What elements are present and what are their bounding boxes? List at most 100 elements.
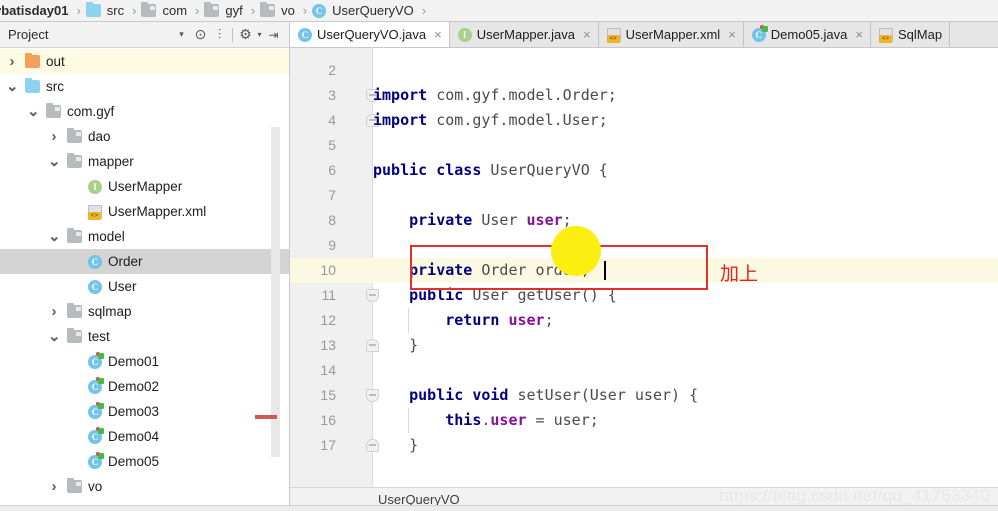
code-line[interactable]: }	[373, 433, 998, 458]
line-number: 14	[320, 362, 336, 378]
tree-item-out[interactable]: › out	[0, 49, 289, 74]
folder-gray-icon	[67, 153, 82, 168]
line-number: 3	[328, 87, 336, 103]
tree-item-sqlmap[interactable]: › sqlmap	[0, 299, 289, 324]
breadcrumb-item-src[interactable]: src	[85, 0, 126, 21]
java-runnable-icon: C	[88, 451, 104, 469]
code-line[interactable]: public void setUser(User user) {	[373, 383, 998, 408]
tab-sqlmap[interactable]: SqlMap	[871, 22, 951, 47]
tree-item-demo02[interactable]: C Demo02	[0, 374, 289, 399]
code-token: user	[526, 211, 563, 229]
code-editor[interactable]: 2 3 4 5 6 7 8 9 10 11 12 13 14 15 16 17 import com.gyf.…	[290, 48, 998, 511]
ide-window: ybatisday01 › src › com › gyf › vo › C UserQueryVO ›…	[0, 0, 998, 511]
code-line[interactable]	[373, 358, 998, 383]
tab-close-icon[interactable]: ×	[583, 28, 591, 41]
tab-label: UserQueryVO.java	[317, 27, 427, 42]
tree-item-label: com.gyf	[67, 104, 115, 119]
line-number: 15	[320, 387, 336, 403]
tab-close-icon[interactable]: ×	[855, 28, 863, 41]
line-number: 2	[328, 62, 336, 78]
code-line[interactable]: public class UserQueryVO {	[373, 158, 998, 183]
breadcrumb-item-label: ybatisday01	[0, 3, 69, 18]
code-line[interactable]: import com.gyf.model.Order;	[373, 83, 998, 108]
tree-item-order[interactable]: C Order	[0, 249, 289, 274]
breadcrumb-item-com[interactable]: com	[141, 0, 189, 21]
code-line[interactable]	[373, 133, 998, 158]
code-token: = user;	[526, 411, 599, 429]
tree-item-demo04[interactable]: C Demo04	[0, 424, 289, 449]
chevron-down-icon[interactable]: ⌄	[48, 229, 61, 244]
code-line[interactable]	[373, 183, 998, 208]
line-number: 10	[320, 262, 336, 278]
tree-item-label: User	[108, 279, 137, 294]
code-token: ;	[544, 311, 554, 329]
code-token: user	[490, 411, 527, 429]
tree-item-usermapper-xml[interactable]: UserMapper.xml	[0, 199, 289, 224]
project-panel-header: Project ▾ ⊙ ⫶ ⚙ ▾ ⇥	[0, 22, 289, 48]
tree-item-label: test	[88, 329, 110, 344]
code-line[interactable]: import com.gyf.model.User;	[373, 108, 998, 133]
breadcrumb-item-label: UserQueryVO	[332, 3, 414, 18]
code-line[interactable]	[373, 58, 998, 83]
tree-item-demo03[interactable]: C Demo03	[0, 399, 289, 424]
code-line[interactable]: private User user;	[373, 208, 998, 233]
line-number: 13	[320, 337, 336, 353]
code-line[interactable]: return user;	[373, 308, 998, 333]
code-token: import	[373, 111, 437, 129]
chevron-down-icon[interactable]: ⌄	[48, 329, 61, 344]
tab-label: UserMapper.java	[476, 27, 575, 42]
scrollbar-thumb[interactable]	[271, 127, 280, 457]
breadcrumb-item-gyf[interactable]: gyf	[204, 0, 244, 21]
code-line[interactable]: }	[373, 333, 998, 358]
code-line[interactable]: this.user = user;	[373, 408, 998, 433]
tab-usermapper-xml[interactable]: UserMapper.xml ×	[598, 22, 744, 47]
folder-orange-icon	[25, 53, 40, 68]
tree-item-usermapper[interactable]: I UserMapper	[0, 174, 289, 199]
hide-panel-icon[interactable]: ⇥	[264, 25, 283, 44]
line-number: 4	[328, 112, 336, 128]
tree-item-test[interactable]: ⌄ test	[0, 324, 289, 349]
folder-src-icon	[85, 2, 101, 17]
tab-close-icon[interactable]: ×	[728, 28, 736, 41]
chevron-right-icon[interactable]: ›	[48, 128, 60, 145]
chevron-down-icon[interactable]: ⌄	[48, 154, 61, 169]
breadcrumb-item-label: com	[162, 3, 188, 18]
code-token: import	[373, 86, 437, 104]
tree-item-label: sqlmap	[88, 304, 132, 319]
error-stripe-mark[interactable]	[255, 415, 277, 419]
tree-item-user[interactable]: C User	[0, 274, 289, 299]
project-tree-scrollbar[interactable]	[255, 127, 280, 457]
line-number: 12	[320, 312, 336, 328]
gear-dropdown-icon[interactable]: ▾	[255, 25, 264, 44]
tree-item-model[interactable]: ⌄ model	[0, 224, 289, 249]
tab-demo05-java[interactable]: C Demo05.java ×	[743, 22, 871, 47]
tree-item-mapper[interactable]: ⌄ mapper	[0, 149, 289, 174]
tab-close-icon[interactable]: ×	[434, 28, 442, 41]
tree-item-vo[interactable]: › vo	[0, 474, 289, 499]
tree-item-com-gyf[interactable]: ⌄ com.gyf	[0, 99, 289, 124]
tab-userqueryvo-java[interactable]: C UserQueryVO.java ×	[290, 22, 450, 47]
tree-item-src[interactable]: ⌄ src	[0, 74, 289, 99]
view-mode-dropdown-icon[interactable]: ▾	[172, 25, 191, 44]
folder-gray-icon	[204, 2, 220, 17]
breadcrumb-item-vo[interactable]: vo	[260, 0, 297, 21]
tab-usermapper-java[interactable]: I UserMapper.java ×	[449, 22, 599, 47]
locate-in-tree-icon[interactable]: ⊙	[191, 25, 210, 44]
collapse-all-icon[interactable]: ⫶	[210, 25, 229, 44]
chevron-down-icon[interactable]: ⌄	[27, 104, 40, 119]
java-runnable-icon: C	[88, 376, 104, 394]
folder-gray-icon	[141, 2, 157, 17]
breadcrumb-item-userqueryvo[interactable]: C UserQueryVO	[312, 0, 416, 21]
chevron-right-icon[interactable]: ›	[48, 478, 60, 495]
breadcrumb-item-ybatisday01[interactable]: ybatisday01	[0, 0, 70, 21]
tree-item-demo01[interactable]: C Demo01	[0, 349, 289, 374]
tree-item-label: UserMapper	[108, 179, 183, 194]
tree-item-dao[interactable]: › dao	[0, 124, 289, 149]
chevron-right-icon[interactable]: ›	[6, 53, 18, 70]
chevron-right-icon[interactable]: ›	[48, 303, 60, 320]
chevron-down-icon[interactable]: ⌄	[6, 79, 19, 94]
java-class-icon: C	[312, 3, 327, 18]
settings-gear-icon[interactable]: ⚙	[236, 25, 255, 44]
tree-item-demo05[interactable]: C Demo05	[0, 449, 289, 474]
